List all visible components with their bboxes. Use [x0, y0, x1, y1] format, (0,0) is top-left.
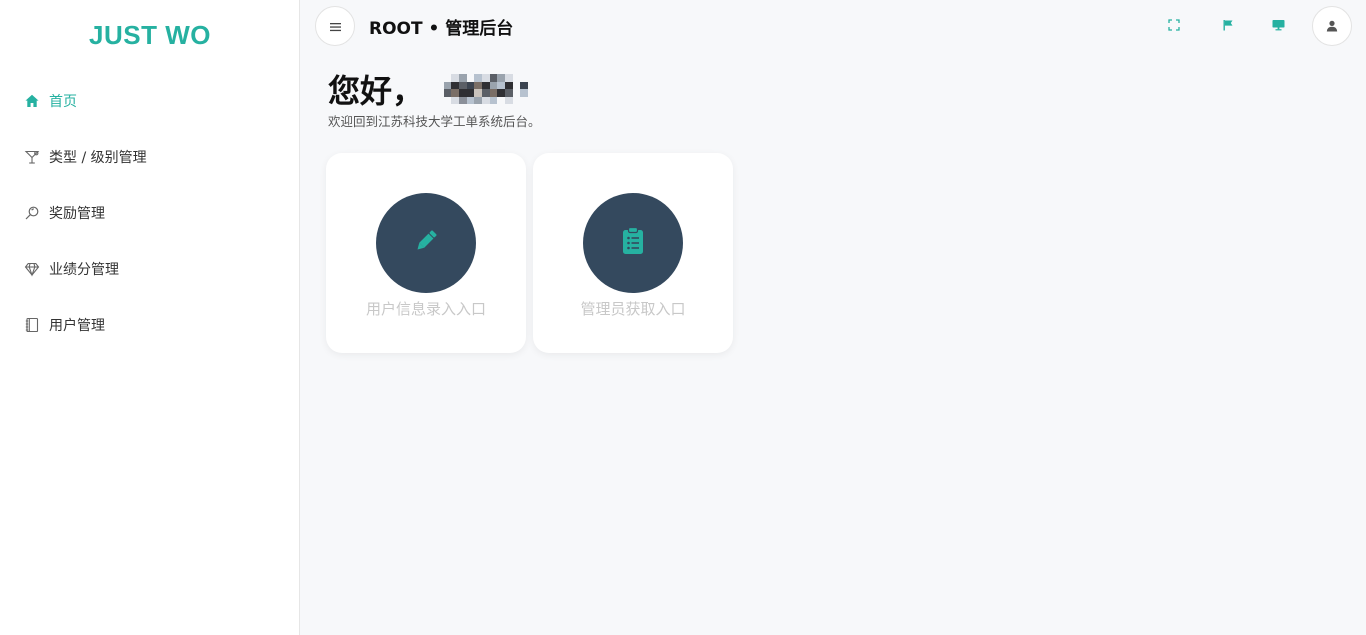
user-icon	[1326, 17, 1338, 36]
clipboard-list-icon	[621, 226, 645, 259]
sidebar-nav: 首页 类型 / 级别管理 奖励管理 业绩分管理 用户管理	[0, 73, 300, 353]
monitor-icon	[1272, 16, 1285, 35]
user-info-entry-card[interactable]: 用户信息录入入口	[326, 153, 526, 353]
sidebar-item-rewards[interactable]: 奖励管理	[0, 185, 300, 241]
top-bar: ROOT • 管理后台	[301, 0, 1366, 52]
menu-toggle-button[interactable]	[315, 6, 355, 46]
page-title: ROOT • 管理后台	[369, 19, 514, 39]
card-label: 用户信息录入入口	[365, 300, 486, 318]
sidebar-item-performance[interactable]: 业绩分管理	[0, 241, 300, 297]
sidebar-item-users[interactable]: 用户管理	[0, 297, 300, 353]
sidebar-item-label: 首页	[49, 94, 77, 110]
card-label: 管理员获取入口	[580, 300, 686, 318]
card-icon-circle	[583, 193, 683, 293]
magnifier-icon	[24, 205, 40, 221]
home-icon	[24, 93, 40, 109]
user-menu-button[interactable]	[1312, 6, 1352, 46]
greeting: 您好，	[328, 66, 528, 112]
sidebar-item-label: 业绩分管理	[49, 262, 119, 278]
flag-button[interactable]	[1219, 16, 1237, 34]
notebook-icon	[24, 317, 40, 333]
greeting-text: 您好，	[328, 72, 425, 110]
admin-fetch-entry-card[interactable]: 管理员获取入口	[533, 153, 733, 353]
sidebar-item-label: 奖励管理	[49, 206, 105, 222]
monitor-button[interactable]	[1269, 16, 1287, 34]
diamond-icon	[24, 261, 40, 277]
card-icon-circle	[376, 193, 476, 293]
logo: JUST WO	[89, 20, 211, 50]
fullscreen-icon	[1168, 16, 1180, 35]
pencil-icon	[411, 226, 441, 260]
sidebar-item-home[interactable]: 首页	[0, 73, 300, 129]
welcome-subtitle: 欢迎回到江苏科技大学工单系统后台。	[328, 114, 541, 129]
hamburger-icon	[329, 17, 341, 36]
sidebar-item-label: 用户管理	[49, 318, 105, 334]
cocktail-icon	[24, 149, 40, 165]
pixelated-username	[436, 74, 528, 104]
flag-icon	[1222, 16, 1234, 35]
sidebar-item-label: 类型 / 级别管理	[49, 150, 147, 166]
fullscreen-button[interactable]	[1165, 16, 1183, 34]
sidebar-item-type-level[interactable]: 类型 / 级别管理	[0, 129, 300, 185]
sidebar: JUST WO 首页 类型 / 级别管理 奖励管理 业绩分管理 用户管理	[0, 0, 300, 635]
